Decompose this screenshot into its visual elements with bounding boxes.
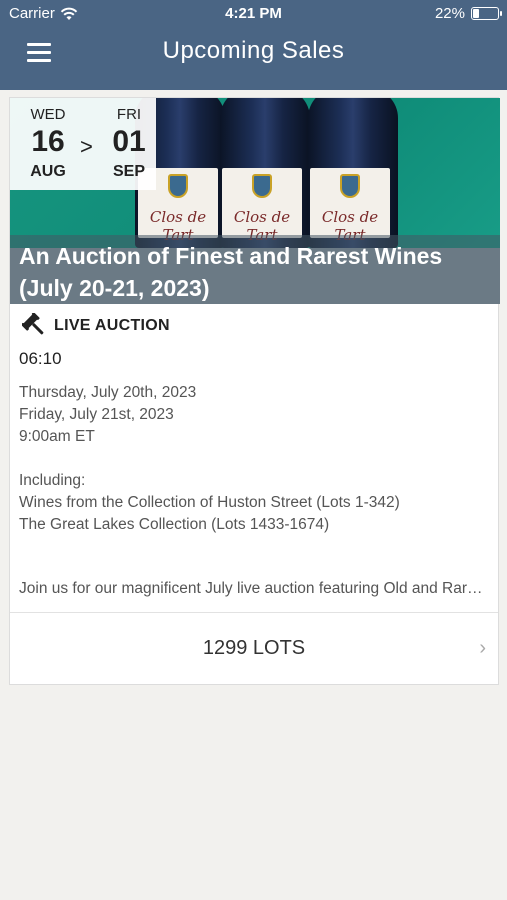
end-day: 01 <box>112 125 146 158</box>
sale-card[interactable]: Clos de Tart Clos de Tart Clos de Tart W… <box>9 97 500 685</box>
sale-summary: Join us for our magnificent July live au… <box>19 580 487 597</box>
view-lots-button[interactable]: 1299 LOTS › <box>10 613 498 685</box>
chevron-right-icon: › <box>479 637 486 659</box>
start-weekday: WED <box>30 106 66 123</box>
start-date: WED 16 AUG <box>20 106 76 181</box>
gavel-icon <box>22 313 44 335</box>
battery-fill <box>473 9 479 18</box>
lots-count: 1299 LOTS <box>202 637 306 659</box>
start-day: 16 <box>31 125 65 158</box>
end-weekday: FRI <box>116 106 142 123</box>
bottle-label: Clos de Tart <box>222 168 302 244</box>
top-bar: Carrier 4:21 PM 22% Upcoming Sales <box>0 0 507 90</box>
sale-date-line: Thursday, July 20th, 2023 <box>19 384 197 401</box>
end-month: SEP <box>112 163 145 180</box>
battery-icon <box>471 7 502 20</box>
end-date: FRI 01 SEP <box>101 106 157 181</box>
sale-date-range: WED 16 AUG > FRI 01 SEP <box>10 98 156 190</box>
sale-title[interactable]: An Auction of Finest and Rarest Wines (J… <box>19 240 489 304</box>
sale-type: LIVE AUCTION <box>22 313 170 339</box>
start-month: AUG <box>30 163 66 180</box>
sale-time-line: 9:00am ET <box>19 428 95 445</box>
status-bar: Carrier 4:21 PM 22% <box>0 0 507 28</box>
battery-indicator: 22% <box>434 5 502 22</box>
status-time: 4:21 PM <box>225 5 282 22</box>
sale-hero-image[interactable]: Clos de Tart Clos de Tart Clos de Tart W… <box>10 98 500 304</box>
battery-percent: 22% <box>434 5 465 22</box>
sale-date-line: Friday, July 21st, 2023 <box>19 406 174 423</box>
including-label: Including: <box>19 472 86 489</box>
bottle-label: Clos de Tart <box>310 168 390 244</box>
sale-type-label: LIVE AUCTION <box>54 317 170 334</box>
collection-line: Wines from the Collection of Huston Stre… <box>19 494 400 511</box>
page-title: Upcoming Sales <box>162 37 345 64</box>
date-separator: > <box>80 134 93 159</box>
sale-details: Thursday, July 20th, 2023 Friday, July 2… <box>19 382 489 536</box>
countdown-timer: 06:10 <box>19 349 62 368</box>
collection-line: The Great Lakes Collection (Lots 1433-16… <box>19 516 330 533</box>
